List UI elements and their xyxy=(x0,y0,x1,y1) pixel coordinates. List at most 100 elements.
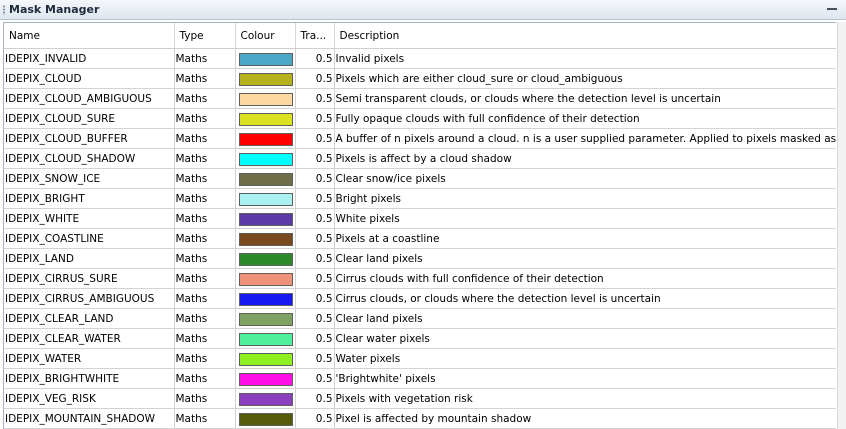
mask-transparency-cell[interactable]: 0.5 xyxy=(295,148,335,169)
mask-colour-cell[interactable] xyxy=(235,368,296,389)
mask-description-cell[interactable]: Pixels at a coastline xyxy=(334,228,836,249)
mask-description-cell[interactable]: Pixels which are either cloud_sure or cl… xyxy=(334,68,836,89)
mask-transparency-cell[interactable]: 0.5 xyxy=(295,188,335,209)
table-row[interactable]: IDEPIX_WHITE Maths 0.5 White pixels xyxy=(4,208,836,229)
table-row[interactable]: IDEPIX_BRIGHT Maths 0.5 Bright pixels xyxy=(4,188,836,209)
mask-transparency-cell[interactable]: 0.5 xyxy=(295,268,335,289)
mask-colour-cell[interactable] xyxy=(235,228,296,249)
mask-name-cell[interactable]: IDEPIX_CLOUD_AMBIGUOUS xyxy=(4,88,175,109)
mask-colour-cell[interactable] xyxy=(235,188,296,209)
mask-colour-cell[interactable] xyxy=(235,388,296,409)
mask-colour-cell[interactable] xyxy=(235,88,296,109)
mask-description-cell[interactable]: Clear snow/ice pixels xyxy=(334,168,836,189)
mask-type-cell[interactable]: Maths xyxy=(174,208,236,229)
mask-name-cell[interactable]: IDEPIX_INVALID xyxy=(4,48,175,69)
mask-name-cell[interactable]: IDEPIX_SNOW_ICE xyxy=(4,168,175,189)
mask-type-cell[interactable]: Maths xyxy=(174,328,236,349)
mask-description-cell[interactable]: Pixels is affect by a cloud shadow xyxy=(334,148,836,169)
colour-swatch[interactable] xyxy=(238,413,293,426)
mask-type-cell[interactable]: Maths xyxy=(174,348,236,369)
mask-description-cell[interactable]: Bright pixels xyxy=(334,188,836,209)
table-row[interactable]: IDEPIX_CLOUD_SHADOW Maths 0.5 Pixels is aff… xyxy=(4,148,836,169)
mask-description-cell[interactable]: Pixel is affected by mountain shadow xyxy=(334,408,836,429)
mask-colour-cell[interactable] xyxy=(235,108,296,129)
mask-description-cell[interactable]: 'Brightwhite' pixels xyxy=(334,368,836,389)
table-row[interactable]: IDEPIX_CLOUD Maths 0.5 Pixels which are eit… xyxy=(4,68,836,89)
mask-name-cell[interactable]: IDEPIX_CIRRUS_AMBIGUOUS xyxy=(4,288,175,309)
mask-name-cell[interactable]: IDEPIX_CLOUD_BUFFER xyxy=(4,128,175,149)
mask-description-cell[interactable]: A buffer of n pixels around a cloud. n i… xyxy=(334,128,836,149)
colour-swatch[interactable] xyxy=(238,353,293,366)
table-row[interactable]: IDEPIX_CIRRUS_SURE Maths 0.5 Cirrus clouds … xyxy=(4,268,836,289)
table-row[interactable]: IDEPIX_CLOUD_AMBIGUOUS Maths 0.5 Semi trans… xyxy=(4,88,836,109)
mask-colour-cell[interactable] xyxy=(235,248,296,269)
table-row[interactable]: IDEPIX_INVALID Maths 0.5 Invalid pixels xyxy=(4,48,836,69)
table-row[interactable]: IDEPIX_MOUNTAIN_SHADOW Maths 0.5 Pixel is a… xyxy=(4,408,836,429)
mask-colour-cell[interactable] xyxy=(235,308,296,329)
mask-name-cell[interactable]: IDEPIX_BRIGHT xyxy=(4,188,175,209)
mask-transparency-cell[interactable]: 0.5 xyxy=(295,288,335,309)
colour-swatch[interactable] xyxy=(238,213,293,226)
column-header-type[interactable]: Type xyxy=(174,23,236,49)
mask-type-cell[interactable]: Maths xyxy=(174,168,236,189)
colour-swatch[interactable] xyxy=(238,153,293,166)
mask-transparency-cell[interactable]: 0.5 xyxy=(295,408,335,429)
mask-name-cell[interactable]: IDEPIX_WATER xyxy=(4,348,175,369)
mask-name-cell[interactable]: IDEPIX_VEG_RISK xyxy=(4,388,175,409)
table-row[interactable]: IDEPIX_CLEAR_WATER Maths 0.5 Clear water pi… xyxy=(4,328,836,349)
mask-colour-cell[interactable] xyxy=(235,208,296,229)
colour-swatch[interactable] xyxy=(238,393,293,406)
mask-type-cell[interactable]: Maths xyxy=(174,368,236,389)
column-header-description[interactable]: Description xyxy=(334,23,836,49)
mask-transparency-cell[interactable]: 0.5 xyxy=(295,368,335,389)
mask-description-cell[interactable]: Invalid pixels xyxy=(334,48,836,69)
mask-name-cell[interactable]: IDEPIX_CLOUD xyxy=(4,68,175,89)
mask-name-cell[interactable]: IDEPIX_CIRRUS_SURE xyxy=(4,268,175,289)
colour-swatch[interactable] xyxy=(238,333,293,346)
colour-swatch[interactable] xyxy=(238,133,293,146)
mask-colour-cell[interactable] xyxy=(235,48,296,69)
mask-name-cell[interactable]: IDEPIX_BRIGHTWHITE xyxy=(4,368,175,389)
column-header-colour[interactable]: Colour xyxy=(235,23,296,49)
mask-description-cell[interactable]: Fully opaque clouds with full confidence… xyxy=(334,108,836,129)
table-row[interactable]: IDEPIX_CLOUD_SURE Maths 0.5 Fully opaque cl… xyxy=(4,108,836,129)
table-row[interactable]: IDEPIX_BRIGHTWHITE Maths 0.5 'Brightwhite' … xyxy=(4,368,836,389)
mask-name-cell[interactable]: IDEPIX_CLEAR_LAND xyxy=(4,308,175,329)
mask-name-cell[interactable]: IDEPIX_CLEAR_WATER xyxy=(4,328,175,349)
mask-transparency-cell[interactable]: 0.5 xyxy=(295,68,335,89)
mask-colour-cell[interactable] xyxy=(235,288,296,309)
colour-swatch[interactable] xyxy=(238,73,293,86)
mask-transparency-cell[interactable]: 0.5 xyxy=(295,168,335,189)
table-row[interactable]: IDEPIX_CLOUD_BUFFER Maths 0.5 A buffer of n… xyxy=(4,128,836,149)
mask-transparency-cell[interactable]: 0.5 xyxy=(295,208,335,229)
mask-transparency-cell[interactable]: 0.5 xyxy=(295,128,335,149)
colour-swatch[interactable] xyxy=(238,233,293,246)
table-row[interactable]: IDEPIX_COASTLINE Maths 0.5 Pixels at a coas… xyxy=(4,228,836,249)
colour-swatch[interactable] xyxy=(238,253,293,266)
mask-type-cell[interactable]: Maths xyxy=(174,308,236,329)
mask-description-cell[interactable]: Semi transparent clouds, or clouds where… xyxy=(334,88,836,109)
colour-swatch[interactable] xyxy=(238,173,293,186)
table-row[interactable]: IDEPIX_VEG_RISK Maths 0.5 Pixels with veget… xyxy=(4,388,836,409)
mask-type-cell[interactable]: Maths xyxy=(174,388,236,409)
mask-colour-cell[interactable] xyxy=(235,348,296,369)
mask-transparency-cell[interactable]: 0.5 xyxy=(295,348,335,369)
mask-transparency-cell[interactable]: 0.5 xyxy=(295,228,335,249)
table-row[interactable]: IDEPIX_CIRRUS_AMBIGUOUS Maths 0.5 Cirrus cl… xyxy=(4,288,836,309)
table-row[interactable]: IDEPIX_LAND Maths 0.5 Clear land pixels xyxy=(4,248,836,269)
drag-grip-icon[interactable] xyxy=(3,5,5,15)
mask-colour-cell[interactable] xyxy=(235,148,296,169)
colour-swatch[interactable] xyxy=(238,93,293,106)
mask-type-cell[interactable]: Maths xyxy=(174,408,236,429)
mask-name-cell[interactable]: IDEPIX_MOUNTAIN_SHADOW xyxy=(4,408,175,429)
mask-type-cell[interactable]: Maths xyxy=(174,148,236,169)
mask-type-cell[interactable]: Maths xyxy=(174,48,236,69)
mask-transparency-cell[interactable]: 0.5 xyxy=(295,248,335,269)
table-row[interactable]: IDEPIX_WATER Maths 0.5 Water pixels xyxy=(4,348,836,369)
colour-swatch[interactable] xyxy=(238,293,293,306)
minimize-icon[interactable] xyxy=(827,7,837,10)
mask-colour-cell[interactable] xyxy=(235,68,296,89)
mask-type-cell[interactable]: Maths xyxy=(174,128,236,149)
mask-type-cell[interactable]: Maths xyxy=(174,228,236,249)
mask-colour-cell[interactable] xyxy=(235,128,296,149)
